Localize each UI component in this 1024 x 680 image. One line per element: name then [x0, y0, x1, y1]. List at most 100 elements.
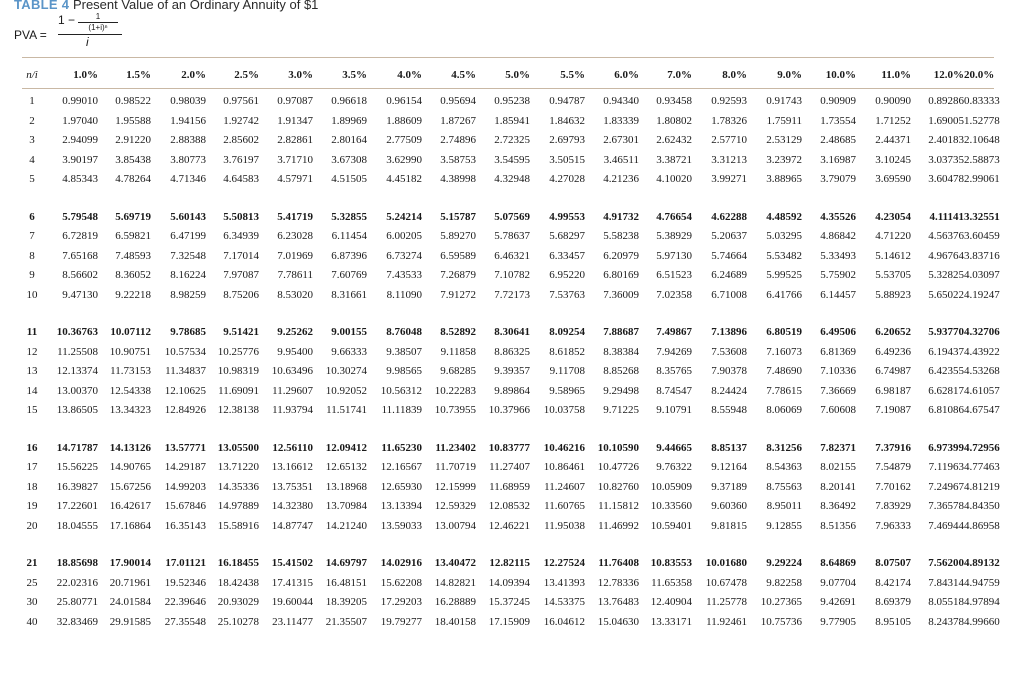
value-cell: 3.16987 [820, 153, 856, 166]
table-header-rule [22, 88, 994, 89]
value-cell: 7.60608 [820, 404, 856, 416]
value-cell: 16.18455 [217, 557, 259, 569]
value-cell: 7.16073 [766, 345, 802, 358]
rate-column-header: 2.5% [234, 69, 259, 81]
value-cell: 10.82760 [597, 480, 639, 493]
value-cell: 9.25262 [277, 326, 313, 338]
value-cell: 9.37189 [711, 480, 747, 493]
value-cell: 10.30274 [325, 365, 367, 377]
value-cell: 22.39646 [164, 596, 206, 608]
n-column-header: n/i [26, 69, 38, 81]
rate-column-header: 4.5% [451, 69, 476, 81]
value-cell: 1.89969 [331, 114, 367, 127]
value-cell: 4.43922 [964, 345, 1000, 358]
value-cell: 2.53129 [766, 134, 802, 146]
value-cell: 15.58916 [217, 519, 259, 532]
value-cell: 6.81369 [820, 345, 856, 358]
value-cell: 4.38998 [440, 173, 476, 185]
value-cell: 5.88923 [875, 288, 911, 301]
value-cell: 8.35765 [656, 365, 692, 377]
rate-column-header: 7.0% [667, 69, 692, 81]
value-cell: 13.76483 [597, 596, 639, 608]
value-cell: 1.73554 [820, 114, 856, 127]
value-cell: 2.82861 [277, 134, 313, 146]
value-cell: 8.85137 [711, 441, 747, 454]
value-cell: 4.86842 [820, 230, 856, 242]
value-cell: 10.01680 [705, 557, 747, 569]
value-cell: 4.03097 [964, 269, 1000, 281]
value-cell: 2.69793 [549, 134, 585, 146]
value-cell: 3.62990 [386, 153, 422, 166]
value-cell: 3.50515 [549, 153, 585, 166]
value-cell: 17.29203 [380, 596, 422, 608]
value-cell: 15.67846 [164, 500, 206, 512]
value-cell: 10.73955 [434, 404, 476, 416]
value-cell: 2.72325 [494, 134, 530, 146]
value-cell: 8.36052 [115, 269, 151, 281]
value-cell: 8.98259 [170, 288, 206, 301]
value-cell: 0.91743 [766, 95, 802, 107]
value-cell: 7.32548 [170, 249, 206, 262]
value-cell: 11.24607 [544, 480, 585, 493]
value-cell: 5.65022 [928, 288, 964, 301]
value-cell: 6.95220 [549, 269, 585, 281]
value-cell: 8.05518 [928, 596, 964, 608]
value-cell: 9.95400 [277, 345, 313, 358]
value-cell: 0.83333 [964, 95, 1000, 107]
value-cell: 5.15787 [440, 210, 476, 223]
value-cell: 2.80164 [331, 134, 367, 146]
value-cell: 3.99271 [711, 173, 747, 185]
table-row: 8 7.65168 7.48593 7.32548 7.17014 7.01969 6.87… [22, 246, 1000, 266]
value-cell: 2.67301 [603, 134, 639, 146]
value-cell: 11.73153 [110, 365, 151, 377]
formula-denominator: i [86, 35, 89, 49]
value-cell: 3.31213 [711, 153, 747, 166]
value-cell: 4.81219 [964, 480, 1000, 493]
value-cell: 10.46216 [543, 441, 585, 454]
value-cell: 7.49867 [656, 326, 692, 338]
period-cell: 6 [29, 210, 35, 223]
value-cell: 7.96333 [875, 519, 911, 532]
value-cell: 1.69005 [928, 114, 964, 127]
value-cell: 1.83339 [603, 114, 639, 127]
rate-column-header: 5.0% [505, 69, 530, 81]
value-cell: 11.46992 [598, 519, 639, 532]
value-cell: 7.36009 [603, 288, 639, 301]
value-cell: 22.02316 [56, 576, 98, 589]
value-cell: 11.25778 [706, 596, 747, 608]
value-cell: 6.72819 [62, 230, 98, 242]
value-cell: 14.53375 [543, 596, 585, 608]
value-cell: 5.38929 [656, 230, 692, 242]
table-row: 12 11.25508 10.90751 10.57534 10.25776 9.9540… [22, 342, 1000, 362]
value-cell: 9.10791 [656, 404, 692, 416]
value-cell: 11.25508 [57, 345, 98, 358]
value-cell: 6.47199 [170, 230, 206, 242]
value-cell: 11.11839 [381, 404, 422, 416]
value-cell: 10.75736 [760, 615, 802, 628]
value-cell: 6.62817 [928, 384, 964, 397]
value-cell: 9.07704 [820, 576, 856, 589]
value-cell: 9.29224 [766, 557, 802, 569]
value-cell: 16.35143 [164, 519, 206, 532]
formula-one-minus: 1 − [58, 13, 76, 27]
value-cell: 10.67478 [705, 576, 747, 589]
value-cell: 13.71220 [217, 461, 259, 473]
value-cell: 4.32948 [494, 173, 530, 185]
value-cell: 9.39357 [494, 365, 530, 377]
value-cell: 7.53608 [711, 345, 747, 358]
value-cell: 10.92052 [325, 384, 367, 397]
value-cell: 7.56200 [928, 557, 964, 569]
table-row: 40 32.83469 29.91585 27.35548 25.10278 23.114… [22, 612, 1000, 632]
value-cell: 3.03735 [928, 153, 964, 166]
rate-column-header: 1.0% [73, 69, 98, 81]
value-cell: 10.98319 [217, 365, 259, 377]
value-cell: 16.42617 [109, 500, 151, 512]
value-cell: 25.10278 [217, 615, 259, 628]
value-cell: 9.66333 [331, 345, 367, 358]
value-cell: 15.67256 [109, 480, 151, 493]
value-cell: 7.97087 [223, 269, 259, 281]
value-cell: 0.98522 [115, 95, 151, 107]
value-cell: 4.78264 [115, 173, 151, 185]
value-cell: 7.26879 [440, 269, 476, 281]
value-cell: 13.05500 [217, 441, 259, 454]
